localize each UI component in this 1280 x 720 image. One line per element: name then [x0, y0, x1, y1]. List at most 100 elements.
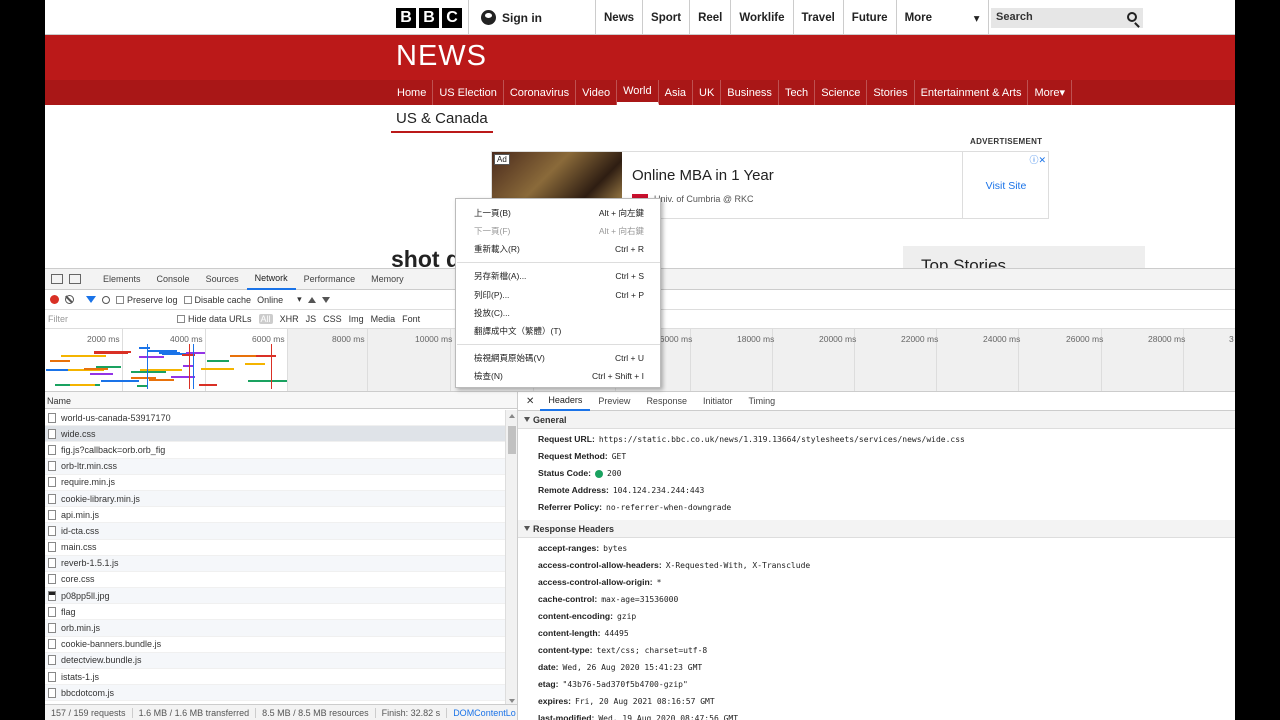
news-nav-item[interactable]: Coronavirus [504, 80, 577, 105]
news-nav-item[interactable]: Business [721, 80, 779, 105]
request-row[interactable]: cookie-library.min.js [45, 490, 517, 508]
response-header-value[interactable]: X-Requested-With, X-Transclude [666, 561, 811, 570]
filter-input[interactable]: Filter [48, 314, 170, 324]
request-row[interactable]: world-us-canada-53917170 [45, 410, 517, 427]
general-section-header[interactable]: General [518, 411, 1235, 429]
devtools-tab[interactable]: Performance [296, 269, 364, 290]
topnav-reel[interactable]: Reel [690, 0, 732, 35]
response-header-value[interactable]: 44495 [605, 629, 629, 638]
response-header-value[interactable]: "43b76-5ad370f5b4700-gzip" [563, 680, 688, 689]
bbc-logo[interactable]: B B C [396, 8, 462, 28]
response-headers-section-header[interactable]: Response Headers [518, 520, 1235, 538]
close-icon[interactable]: ✕ [518, 396, 540, 407]
type-filter-css[interactable]: CSS [323, 314, 342, 324]
type-filter-media[interactable]: Media [371, 314, 396, 324]
news-nav-item[interactable]: More ▾ [1028, 80, 1073, 105]
ad-info-icon[interactable]: ⓘ✕ [1029, 153, 1046, 166]
news-nav-item[interactable]: Science [815, 80, 868, 105]
request-row[interactable]: require.min.js [45, 474, 517, 491]
news-nav-item[interactable]: Home [391, 80, 434, 105]
context-menu-item[interactable]: 上一頁(B) Alt + 向左鍵 [456, 204, 662, 222]
response-header-value[interactable]: bytes [603, 544, 627, 553]
context-menu-item[interactable]: 檢視網頁原始碼(V) Ctrl + U [456, 349, 662, 367]
throttling-select[interactable]: Online ▾ [257, 294, 302, 305]
request-row[interactable]: orb.min.js [45, 620, 517, 637]
topnav-future[interactable]: Future [844, 0, 897, 35]
news-nav-item[interactable]: US Election [433, 80, 504, 105]
request-row[interactable]: orb-ltr.min.css [45, 458, 517, 475]
news-nav-item[interactable]: World [617, 80, 659, 105]
type-filter-js[interactable]: JS [306, 314, 317, 324]
context-menu-item[interactable]: 翻譯成中文（繁體）(T) [456, 322, 662, 340]
scroll-thumb[interactable] [508, 426, 516, 454]
general-value[interactable]: no-referrer-when-downgrade [606, 503, 731, 512]
search-icon[interactable] [1127, 12, 1137, 22]
response-header-value[interactable]: max-age=31536000 [601, 595, 678, 604]
details-tab-headers[interactable]: Headers [540, 392, 591, 411]
sign-in-link[interactable]: Sign in [468, 0, 596, 35]
news-nav-item[interactable]: Stories [867, 80, 915, 105]
topnav-sport[interactable]: Sport [643, 0, 691, 35]
clear-icon[interactable] [65, 295, 74, 304]
devtools-tab[interactable]: Sources [198, 269, 247, 290]
response-header-value[interactable]: gzip [617, 612, 636, 621]
news-nav-item[interactable]: Video [576, 80, 618, 105]
general-value[interactable]: https://static.bbc.co.uk/news/1.319.1366… [599, 435, 965, 444]
response-header-value[interactable]: Wed, 19 Aug 2020 08:47:56 GMT [598, 714, 738, 720]
request-row[interactable]: fig.js?callback=orb.orb_fig [45, 442, 517, 459]
name-column-header[interactable]: Name [45, 392, 517, 409]
request-row[interactable]: reverb-1.5.1.js [45, 555, 517, 572]
type-filter-img[interactable]: Img [349, 314, 364, 324]
devtools-tab[interactable]: Console [149, 269, 198, 290]
record-icon[interactable] [50, 295, 59, 304]
hide-data-urls-checkbox[interactable]: Hide data URLs [177, 314, 252, 324]
request-row[interactable]: bbcdotcom.js [45, 685, 517, 702]
inspect-icon[interactable] [51, 274, 63, 284]
response-header-value[interactable]: Wed, 26 Aug 2020 15:41:23 GMT [563, 663, 703, 672]
devtools-tab[interactable]: Network [246, 269, 296, 290]
request-row[interactable]: id-cta.css [45, 523, 517, 540]
section-title[interactable]: US & Canada [391, 110, 493, 133]
topnav-worklife[interactable]: Worklife [731, 0, 794, 35]
news-nav-item[interactable]: Entertainment & Arts [915, 80, 1029, 105]
filter-icon[interactable] [86, 296, 96, 303]
export-har-icon[interactable] [321, 296, 330, 303]
preserve-log-checkbox[interactable]: Preserve log [116, 295, 178, 305]
devtools-tab[interactable]: Memory [363, 269, 412, 290]
type-filter-xhr[interactable]: XHR [280, 314, 299, 324]
request-row[interactable]: core.css [45, 571, 517, 589]
context-menu-item[interactable]: 重新載入(R) Ctrl + R [456, 240, 662, 258]
request-row[interactable]: p08pp5ll.jpg [45, 588, 517, 605]
general-value[interactable]: 104.124.234.244:443 [613, 486, 705, 495]
request-list-scrollbar[interactable] [505, 410, 517, 707]
devtools-tab[interactable]: Elements [95, 269, 149, 290]
topnav-travel[interactable]: Travel [794, 0, 844, 35]
ad-title[interactable]: Online MBA in 1 Year [632, 167, 774, 184]
topnav-more[interactable]: More ▾ [897, 0, 989, 35]
scroll-up-icon[interactable] [509, 414, 515, 418]
response-header-value[interactable]: text/css; charset=utf-8 [596, 646, 707, 655]
topnav-news[interactable]: News [596, 0, 644, 35]
device-toolbar-icon[interactable] [69, 274, 81, 284]
request-row[interactable]: istats-1.js [45, 669, 517, 686]
request-row[interactable]: wide.css [45, 426, 517, 443]
news-title[interactable]: NEWS [396, 40, 487, 73]
news-nav-item[interactable]: Asia [659, 80, 694, 105]
request-row[interactable]: flag [45, 604, 517, 621]
news-nav-item[interactable]: Tech [779, 80, 816, 105]
context-menu-item[interactable]: 投放(C)... [456, 304, 662, 322]
request-row[interactable]: main.css [45, 539, 517, 556]
context-menu-item[interactable]: 另存新檔(A)... Ctrl + S [456, 267, 662, 285]
response-header-value[interactable]: * [657, 578, 662, 587]
general-value[interactable]: 200 [607, 469, 621, 478]
details-tab-initiator[interactable]: Initiator [695, 392, 741, 411]
general-value[interactable]: GET [612, 452, 626, 461]
request-row[interactable]: api.min.js [45, 507, 517, 524]
news-nav-item[interactable]: UK [693, 80, 722, 105]
scroll-down-icon[interactable] [509, 699, 515, 703]
details-tab-response[interactable]: Response [638, 392, 695, 411]
request-row[interactable]: detectview.bundle.js [45, 652, 517, 669]
response-header-value[interactable]: Fri, 20 Aug 2021 08:16:57 GMT [575, 697, 715, 706]
type-filter-font[interactable]: Font [402, 314, 420, 324]
context-menu-item[interactable]: 列印(P)... Ctrl + P [456, 286, 662, 304]
